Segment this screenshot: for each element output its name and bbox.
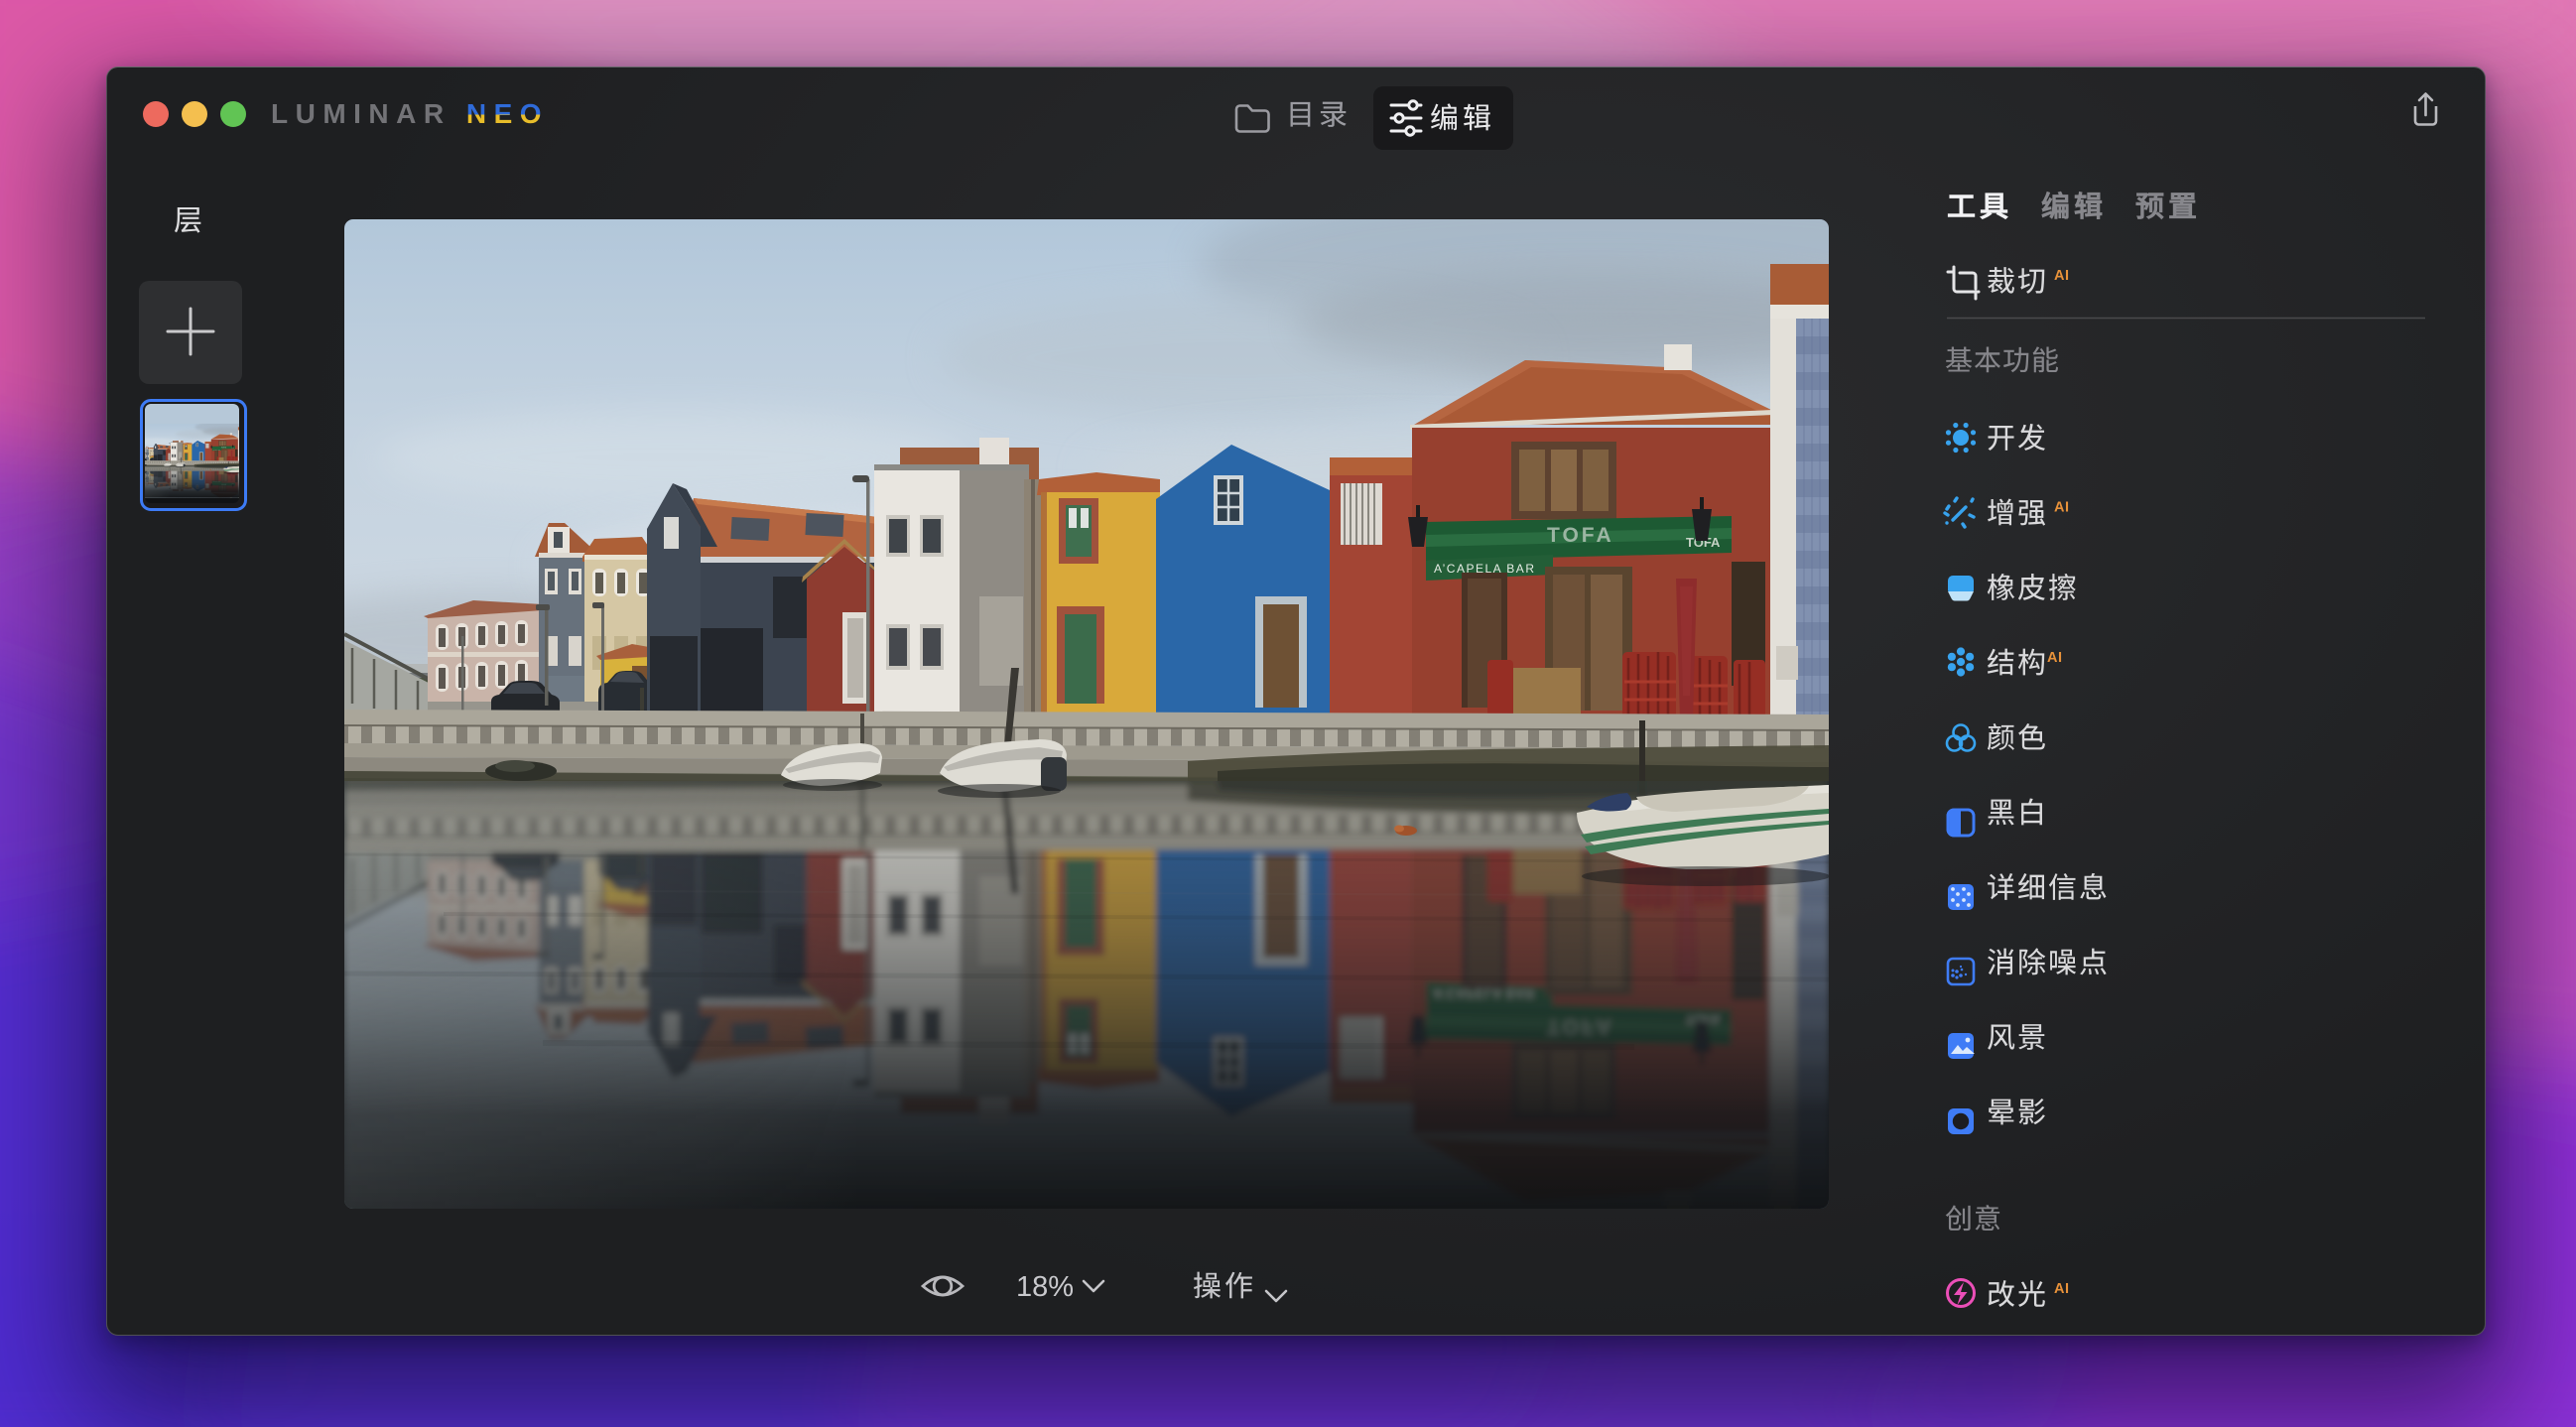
svg-text:AI: AI	[2054, 268, 2070, 284]
svg-text:AI: AI	[2054, 500, 2070, 516]
svg-text:AI: AI	[2047, 650, 2063, 666]
svg-text:AI: AI	[2054, 1281, 2070, 1297]
